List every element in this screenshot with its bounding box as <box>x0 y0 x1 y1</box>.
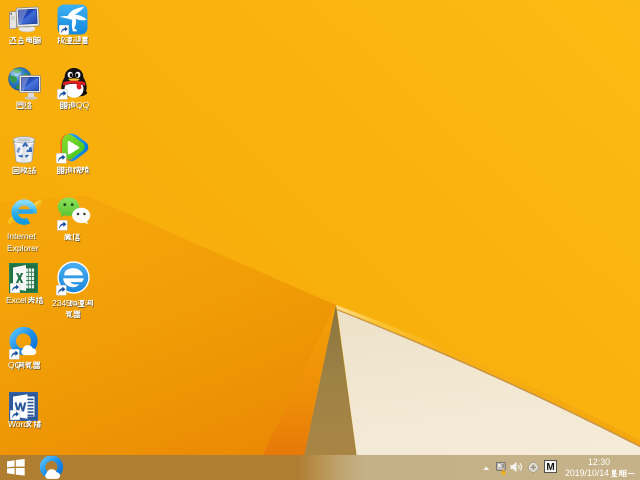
svg-text:2345: 2345 <box>52 298 71 308</box>
svg-text:Explorer: Explorer <box>7 243 39 253</box>
svg-text:M: M <box>546 462 554 473</box>
svg-text:Excel: Excel <box>6 295 27 305</box>
svg-text:Word: Word <box>8 419 28 429</box>
svg-text:Internet: Internet <box>7 231 36 241</box>
svg-text:QQ: QQ <box>76 100 90 110</box>
